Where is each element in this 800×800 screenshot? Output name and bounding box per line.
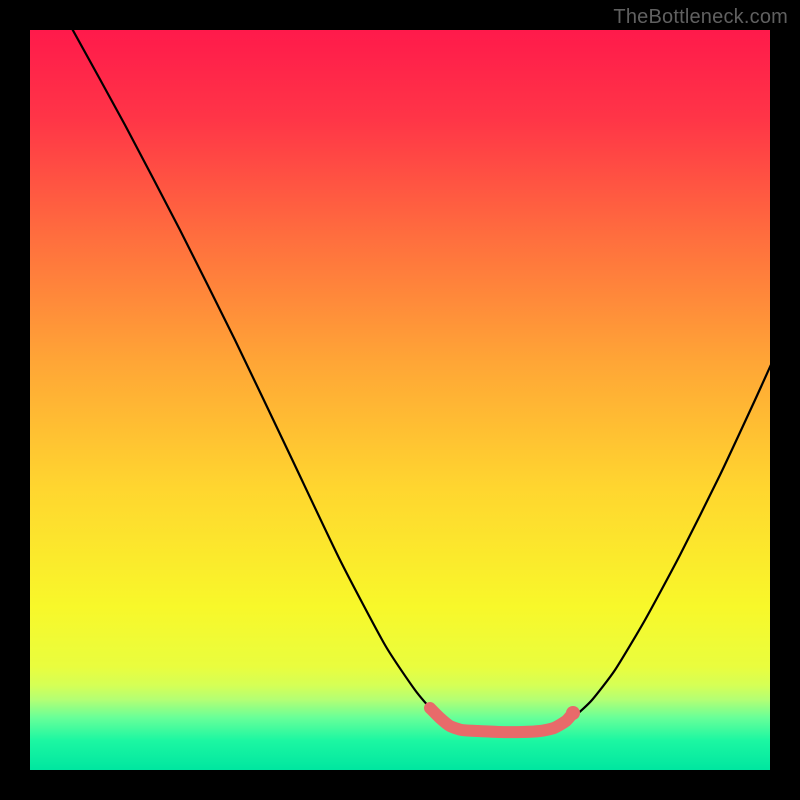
- trough-end-dot: [566, 706, 580, 720]
- main-curve: [70, 30, 770, 730]
- plot-area: [30, 30, 770, 770]
- curve-layer: [30, 30, 770, 770]
- chart-stage: TheBottleneck.com: [0, 0, 800, 800]
- watermark-text: TheBottleneck.com: [613, 6, 788, 29]
- trough-highlight: [430, 708, 573, 732]
